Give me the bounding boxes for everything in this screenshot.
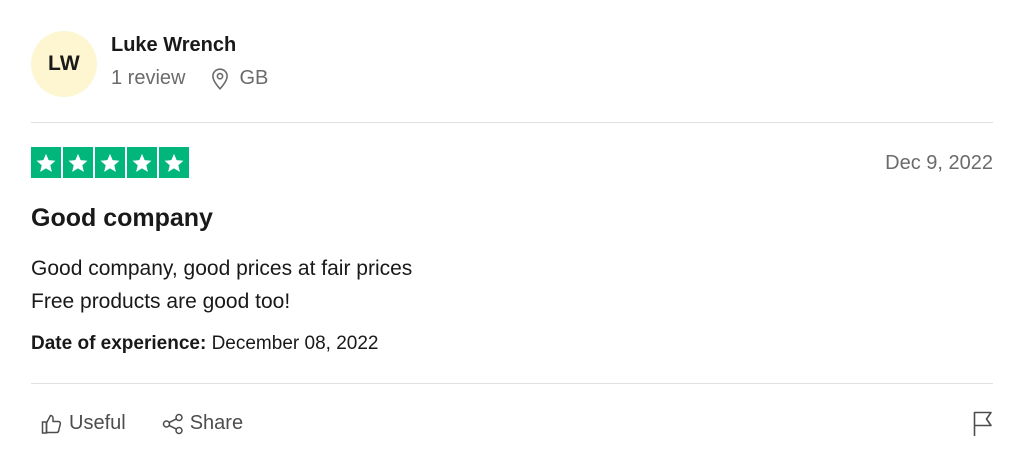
review-body-line: Good company, good prices at fair prices	[31, 257, 413, 280]
thumbs-up-icon	[41, 413, 63, 435]
star-icon	[127, 147, 157, 178]
share-icon	[162, 413, 184, 435]
reviewer-meta: 1 review GB	[111, 67, 268, 90]
divider	[31, 383, 993, 384]
date-of-experience: Date of experience: December 08, 2022	[31, 333, 378, 355]
review-date: Dec 9, 2022	[885, 152, 993, 174]
star-icon	[95, 147, 125, 178]
flag-icon	[972, 410, 994, 443]
share-button[interactable]: Share	[162, 412, 243, 435]
review-actions: Useful Share	[41, 412, 243, 435]
useful-button[interactable]: Useful	[41, 412, 126, 435]
star-icon	[63, 147, 93, 178]
reviewer-country: GB	[239, 67, 269, 89]
report-button[interactable]	[972, 410, 994, 443]
reviewer-name[interactable]: Luke Wrench	[111, 34, 236, 57]
useful-label: Useful	[69, 412, 126, 434]
review-body-line: Free products are good too!	[31, 290, 291, 313]
experience-label: Date of experience:	[31, 333, 207, 354]
review-title: Good company	[31, 204, 213, 232]
star-rating	[31, 147, 189, 178]
share-label: Share	[189, 412, 244, 434]
review-count: 1 review	[111, 67, 186, 89]
star-icon	[159, 147, 189, 178]
review-body: Good company, good prices at fair prices…	[31, 252, 412, 318]
avatar[interactable]: LW	[31, 31, 97, 97]
location-pin-icon	[211, 67, 229, 90]
star-icon	[31, 147, 61, 178]
experience-date: December 08, 2022	[206, 333, 379, 354]
divider	[31, 122, 993, 123]
review-card: LW Luke Wrench 1 review GB Dec 9, 2022 G…	[0, 0, 1024, 468]
